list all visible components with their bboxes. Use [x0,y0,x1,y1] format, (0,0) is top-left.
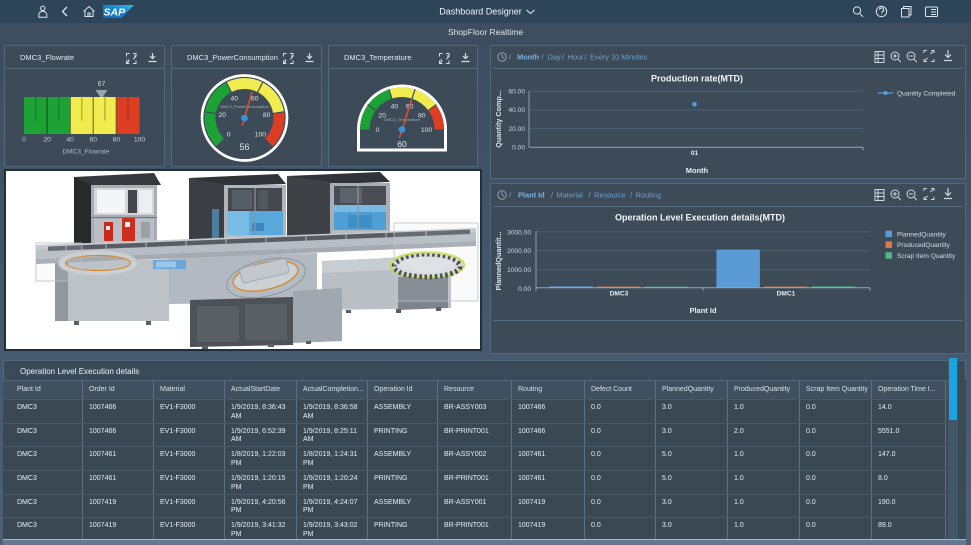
svg-text:100: 100 [255,131,267,138]
svg-text:60: 60 [397,139,407,149]
svg-text:/: / [589,191,592,200]
svg-text:Hour: Hour [568,53,585,62]
svg-text:Every 10 Minutes: Every 10 Minutes [590,53,647,62]
svg-text:DMC3_Flowrate: DMC3_Flowrate [63,149,110,156]
svg-text:100: 100 [134,137,146,144]
svg-text:40: 40 [231,96,239,103]
svg-text:0: 0 [376,127,380,134]
svg-text:20: 20 [219,112,227,119]
svg-text:Quantity Completed: Quantity Completed [897,91,956,98]
svg-text:1000.00: 1000.00 [507,267,531,274]
svg-text:20: 20 [43,137,51,144]
svg-text:Quantity Comp...: Quantity Comp... [494,90,503,148]
svg-text:56: 56 [239,142,249,152]
svg-text:/: / [585,53,588,62]
svg-text:DMC3: DMC3 [610,291,629,298]
svg-text:DMC1: DMC1 [777,291,796,298]
svg-text:100: 100 [421,127,433,134]
svg-text:Resource: Resource [594,191,626,200]
svg-text:/: / [509,191,512,200]
svg-text:40: 40 [66,137,74,144]
svg-text:PlannedQuantity: PlannedQuantity [897,231,946,238]
svg-text:0: 0 [227,131,231,138]
svg-text:/: / [551,191,554,200]
svg-text:Material: Material [557,191,584,200]
svg-text:SAP: SAP [104,7,127,19]
svg-text:60: 60 [251,96,259,103]
svg-text:/: / [542,53,545,62]
svg-text:PlannedQuantit...: PlannedQuantit... [494,231,503,290]
svg-text:Day: Day [548,53,561,62]
svg-text:3000.00: 3000.00 [507,229,531,236]
svg-text:0.00: 0.00 [518,286,531,293]
svg-text:Scrap Item Quantity: Scrap Item Quantity [897,253,956,260]
svg-text:Month: Month [686,166,709,175]
svg-text:DMC3_PowerConsumption: DMC3_PowerConsumption [220,104,268,109]
svg-text:Plant Id: Plant Id [518,191,545,200]
svg-text:80: 80 [263,112,271,119]
svg-text:ProducedQuantity: ProducedQuantity [897,242,950,249]
svg-text:60: 60 [90,137,98,144]
svg-text:/: / [562,53,565,62]
svg-text:40.00: 40.00 [508,107,525,114]
svg-text:67: 67 [98,81,106,88]
svg-text:Plant Id: Plant Id [689,306,717,315]
svg-text:/: / [630,191,633,200]
svg-text:/: / [509,53,512,62]
svg-text:01: 01 [691,150,699,157]
svg-text:DMC3_Temperature: DMC3_Temperature [384,117,421,122]
svg-text:20.00: 20.00 [508,126,525,133]
svg-text:Production rate(MTD): Production rate(MTD) [651,74,743,84]
svg-text:Month: Month [517,53,540,62]
svg-text:2000.00: 2000.00 [507,248,531,255]
svg-text:80: 80 [113,137,121,144]
svg-text:40: 40 [391,104,399,111]
svg-text:Dashboard Designer: Dashboard Designer [439,7,522,17]
svg-text:Operation Level Execution deta: Operation Level Execution details(MTD) [615,213,785,223]
svg-text:0.00: 0.00 [512,145,525,152]
svg-text:Routing: Routing [636,191,661,200]
svg-text:0: 0 [22,137,26,144]
svg-text:60.00: 60.00 [508,89,525,96]
